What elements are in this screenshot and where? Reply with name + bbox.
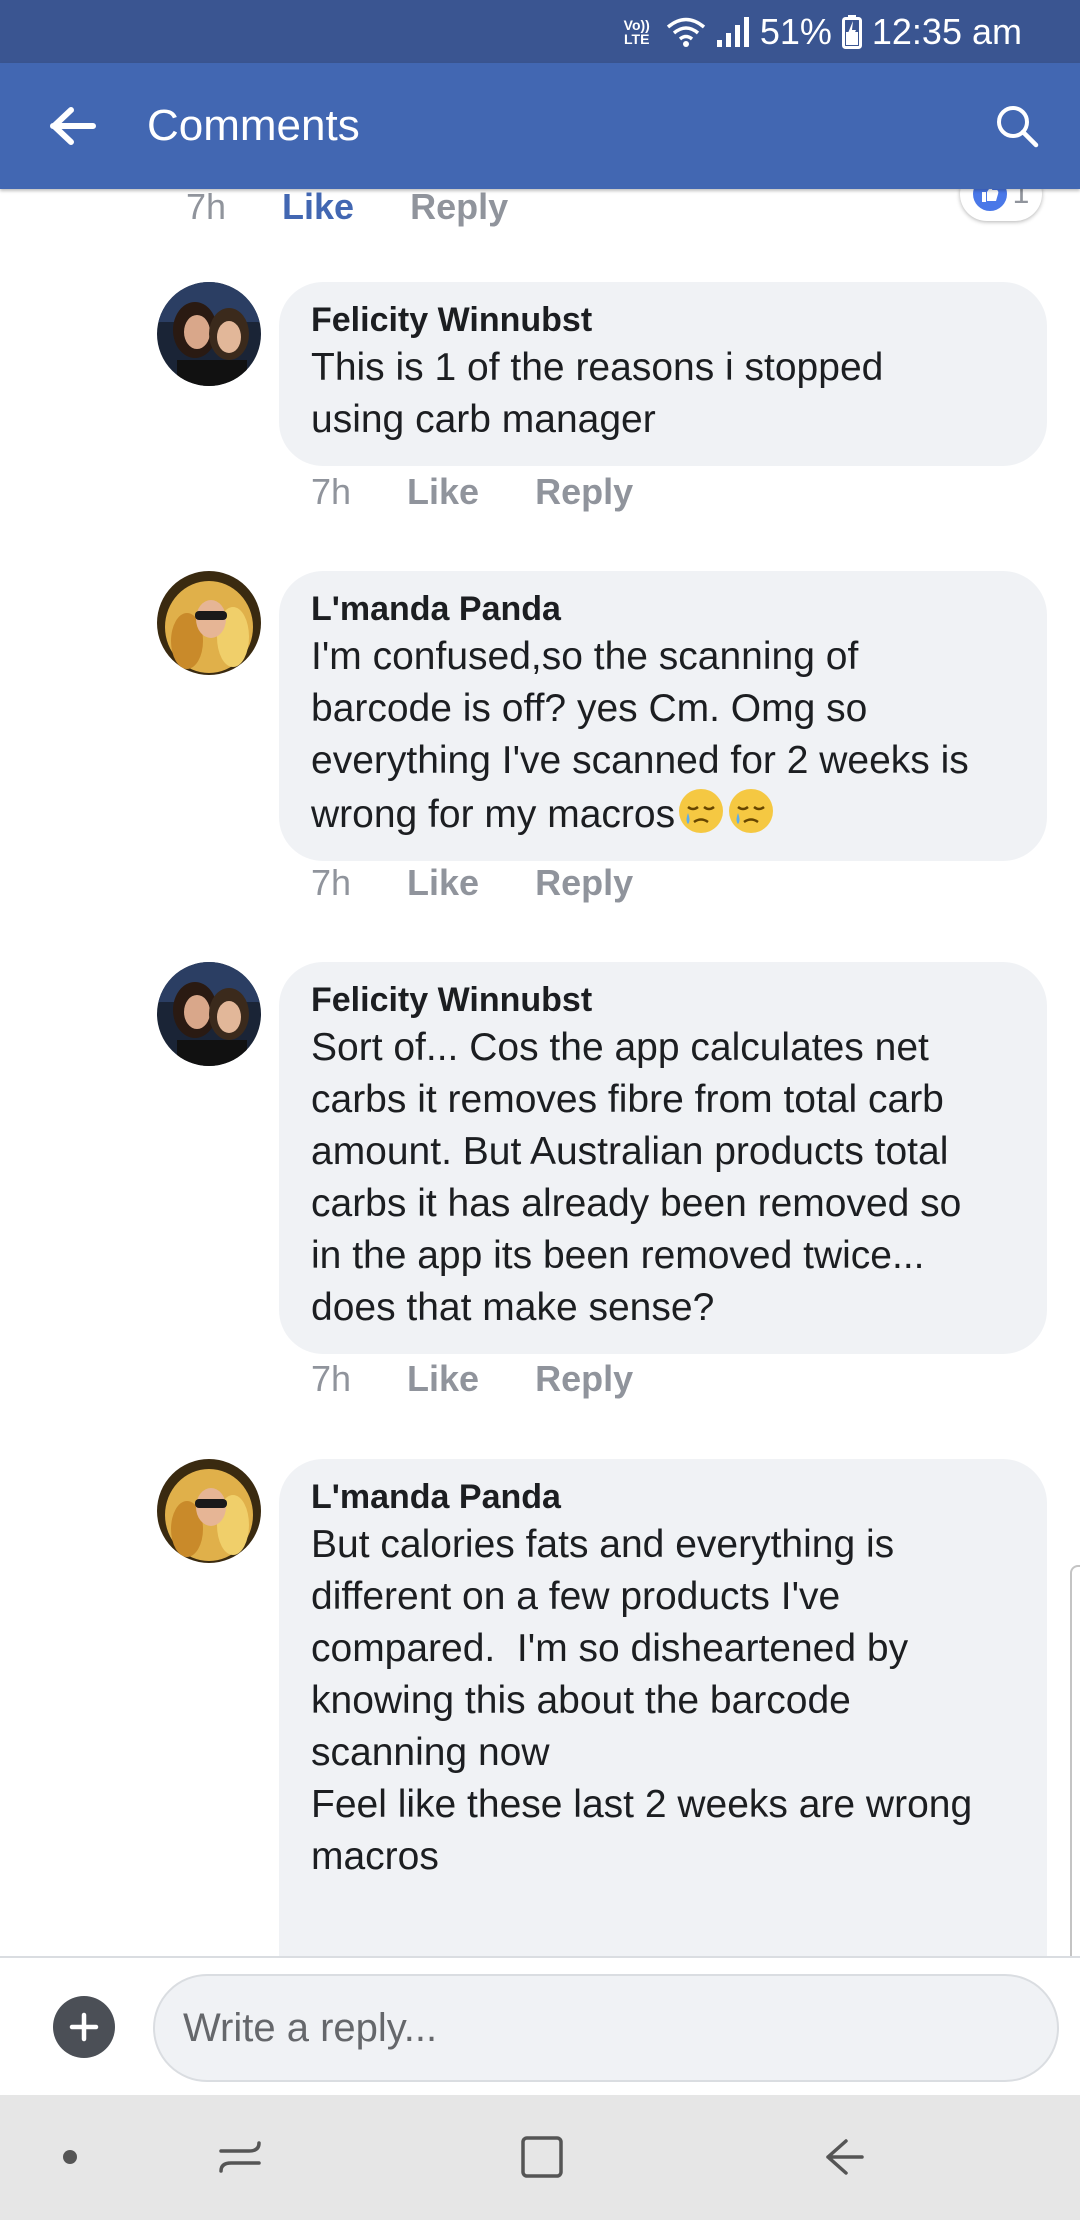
like-button[interactable]: Like	[407, 471, 479, 513]
comment-text-container: I'm confused,so the scanning of barcode …	[311, 631, 1015, 841]
wifi-icon	[666, 16, 706, 48]
comment-bubble[interactable]: L'manda Panda But calories fats and ever…	[279, 1459, 1047, 1956]
status-time: 12:35 am	[871, 10, 1022, 52]
search-icon	[997, 106, 1039, 148]
comment-text: I'm confused,so the scanning of barcode …	[311, 635, 969, 836]
comment-time: 7h	[311, 1358, 352, 1399]
like-button[interactable]: Like	[282, 189, 354, 228]
dot-icon	[63, 2150, 77, 2164]
avatar-lmanda[interactable]	[157, 1459, 261, 1563]
avatar-lmanda[interactable]	[157, 571, 261, 675]
comment-meta: 7h Like Reply	[311, 1358, 633, 1400]
plus-icon	[69, 2012, 99, 2042]
back-button[interactable]	[40, 93, 106, 159]
reply-bar	[0, 1956, 1080, 2097]
page-title: Comments	[147, 101, 360, 150]
comment-time: 7h	[311, 862, 352, 903]
comment-bubble[interactable]: Felicity Winnubst Sort of... Cos the app…	[279, 962, 1047, 1354]
system-nav-bar	[0, 2095, 1080, 2220]
volte-bottom-label: LTE	[624, 30, 650, 47]
avatar-felicity[interactable]	[157, 962, 261, 1066]
avatar-felicity[interactable]	[157, 282, 261, 386]
comment-bubble[interactable]: L'manda Panda I'm confused,so the scanni…	[279, 571, 1047, 861]
reply-button[interactable]: Reply	[535, 471, 633, 513]
app-header: Comments	[0, 63, 1080, 189]
reaction-badge[interactable]: 1	[960, 189, 1042, 221]
comment-author[interactable]: L'manda Panda	[311, 587, 1015, 631]
search-button[interactable]	[984, 93, 1050, 159]
comment-author[interactable]: Felicity Winnubst	[311, 978, 1015, 1022]
comment-bubble[interactable]: Felicity Winnubst This is 1 of the reaso…	[279, 282, 1047, 466]
nav-dot-button[interactable]	[30, 2117, 110, 2197]
volte-indicator: Vo)) LTE	[624, 18, 650, 46]
comment-meta: 7h Like Reply	[311, 862, 633, 904]
status-bar: Vo)) LTE 51% 12:35 am	[0, 0, 1080, 63]
comments-list[interactable]: 7h Like Reply 1 Felicity Winnubst This i…	[0, 189, 1080, 1956]
status-icons: Vo)) LTE 51% 12:35 am	[624, 0, 1022, 63]
scrollbar-thumb[interactable]	[1070, 1565, 1080, 1956]
comment-meta-top: 7h Like Reply	[186, 189, 508, 228]
like-button[interactable]: Like	[407, 1358, 479, 1400]
battery-icon	[841, 14, 862, 49]
system-back-button[interactable]	[804, 2117, 884, 2197]
comment-author[interactable]: L'manda Panda	[311, 1475, 1015, 1519]
comment-time: 7h	[311, 471, 352, 512]
like-reaction-icon	[972, 189, 1007, 211]
reaction-count: 1	[1012, 189, 1030, 210]
sleepy-face-emoji-icon	[679, 789, 724, 833]
reply-button[interactable]: Reply	[535, 1358, 633, 1400]
signal-icon	[716, 16, 750, 48]
comment-text: Sort of... Cos the app calculates net ca…	[311, 1026, 962, 1329]
like-button[interactable]: Like	[407, 862, 479, 904]
home-icon	[521, 2136, 563, 2178]
recents-button[interactable]	[200, 2117, 280, 2197]
home-button[interactable]	[502, 2117, 582, 2197]
reply-button[interactable]: Reply	[535, 862, 633, 904]
recents-icon	[219, 2141, 261, 2173]
back-icon	[826, 2139, 864, 2175]
add-attachment-button[interactable]	[53, 1996, 115, 2058]
comment-meta: 7h Like Reply	[311, 471, 633, 513]
sleepy-face-emoji-icon	[729, 789, 774, 833]
comment-time: 7h	[186, 189, 227, 227]
reply-input[interactable]	[153, 1974, 1059, 2082]
comment-author[interactable]: Felicity Winnubst	[311, 298, 1015, 342]
battery-percent: 51%	[759, 10, 832, 52]
comment-text: This is 1 of the reasons i stopped using…	[311, 346, 884, 441]
volte-top-label: Vo))	[623, 16, 650, 33]
back-arrow-icon	[50, 107, 96, 145]
reply-button[interactable]: Reply	[410, 189, 508, 228]
comment-text: But calories fats and everything is diff…	[311, 1523, 973, 1878]
